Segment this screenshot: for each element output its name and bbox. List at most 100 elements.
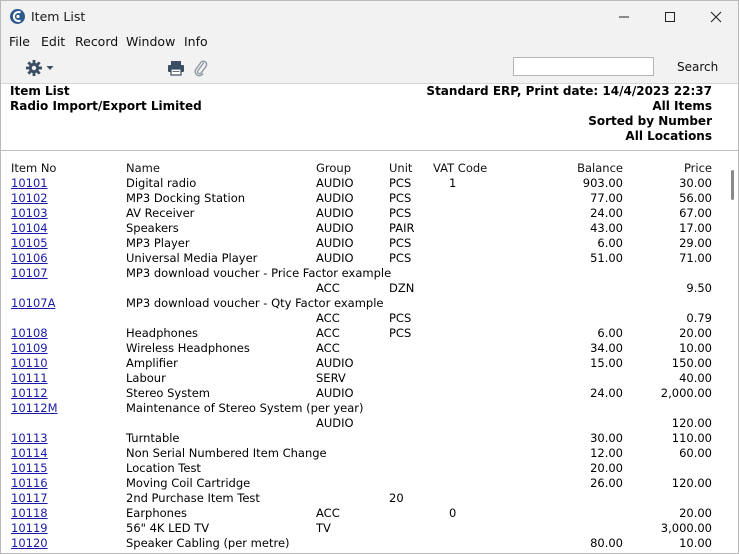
search-input[interactable]	[513, 57, 654, 76]
company-name: Radio Import/Export Limited	[10, 99, 202, 113]
table-row[interactable]: 10119 56" 4K LED TV TV 3,000.00	[1, 521, 728, 536]
close-button[interactable]	[693, 1, 739, 32]
item-name: Speaker Cabling (per metre)	[126, 536, 290, 550]
item-number-link[interactable]: 10112M	[11, 401, 58, 415]
menu-window[interactable]: Window	[126, 34, 175, 49]
title-bar[interactable]: Item List	[1, 1, 738, 32]
attachment-button[interactable]	[193, 59, 209, 80]
item-price: 40.00	[679, 371, 712, 385]
item-number-link[interactable]: 10112	[11, 386, 48, 400]
minimize-button[interactable]	[601, 1, 647, 32]
report-title: Item List	[10, 84, 70, 98]
maximize-button[interactable]	[647, 1, 693, 32]
item-number-link[interactable]: 10116	[11, 476, 48, 490]
item-name: MP3 Player	[126, 236, 190, 250]
maximize-icon	[665, 11, 675, 22]
table-row[interactable]: 10106 Universal Media Player AUDIO PCS 51.00…	[1, 251, 728, 266]
location-scope: All Locations	[625, 129, 712, 143]
item-price: 29.00	[679, 236, 712, 250]
table-row[interactable]: AUDIO 120.00	[1, 416, 728, 431]
table-row[interactable]: 10101 Digital radio AUDIO PCS 1 903.00 30.00	[1, 176, 728, 191]
table-row[interactable]: 10118 Earphones ACC 0 20.00	[1, 506, 728, 521]
table-row[interactable]: 10120 Speaker Cabling (per metre) 80.00 10.…	[1, 536, 728, 551]
column-header-name: Name	[126, 161, 160, 175]
item-balance: 34.00	[590, 341, 623, 355]
print-button[interactable]	[167, 60, 185, 79]
scrollbar-thumb[interactable]	[731, 170, 734, 200]
item-number-link[interactable]: 10111	[11, 371, 48, 385]
item-price: 30.00	[679, 176, 712, 190]
table-row[interactable]: 10108 Headphones ACC PCS 6.00 20.00	[1, 326, 728, 341]
item-scope: All Items	[652, 99, 712, 113]
item-group: AUDIO	[316, 176, 354, 190]
item-number-link[interactable]: 10114	[11, 446, 48, 460]
operations-menu-button[interactable]	[25, 58, 55, 78]
item-name: Digital radio	[126, 176, 197, 190]
item-group: ACC	[316, 506, 340, 520]
table-row[interactable]: 10104 Speakers AUDIO PAIR 43.00 17.00	[1, 221, 728, 236]
item-number-link[interactable]: 10113	[11, 431, 48, 445]
table-row[interactable]: 10102 MP3 Docking Station AUDIO PCS 77.00 56.…	[1, 191, 728, 206]
item-number-link[interactable]: 10102	[11, 191, 48, 205]
menu-file[interactable]: File	[9, 34, 30, 49]
item-list-window: Item List File Edit Record Window Info S…	[0, 0, 739, 554]
item-balance: 15.00	[590, 356, 623, 370]
table-row[interactable]: 10112M Maintenance of Stereo System (per …	[1, 401, 728, 416]
item-balance: 77.00	[590, 191, 623, 205]
item-balance: 6.00	[597, 326, 623, 340]
menu-record[interactable]: Record	[75, 34, 118, 49]
table-row[interactable]: ACC PCS 0.79	[1, 311, 728, 326]
search-button[interactable]: Search	[677, 60, 718, 74]
item-number-link[interactable]: 10105	[11, 236, 48, 250]
table-row[interactable]: 10105 MP3 Player AUDIO PCS 6.00 29.00	[1, 236, 728, 251]
column-header-unit: Unit	[389, 161, 413, 175]
item-number-link[interactable]: 10107	[11, 266, 48, 280]
item-price: 3,000.00	[660, 521, 712, 535]
menu-edit[interactable]: Edit	[41, 34, 65, 49]
item-price: 10.00	[679, 341, 712, 355]
item-price: 20.00	[679, 506, 712, 520]
item-number-link[interactable]: 10110	[11, 356, 48, 370]
table-row[interactable]: 10115 Location Test 20.00	[1, 461, 728, 476]
item-number-link[interactable]: 10107A	[11, 296, 55, 310]
table-row[interactable]: ACC DZN 9.50	[1, 281, 728, 296]
item-number-link[interactable]: 10103	[11, 206, 48, 220]
menu-info[interactable]: Info	[184, 34, 208, 49]
table-row[interactable]: 10107A MP3 download voucher - Qty Factor …	[1, 296, 728, 311]
table-row[interactable]: 10112 Stereo System AUDIO 24.00 2,000.00	[1, 386, 728, 401]
column-header-group: Group	[316, 161, 352, 175]
item-name: Turntable	[126, 431, 180, 445]
item-unit: PCS	[389, 176, 412, 190]
table-row[interactable]: 10114 Non Serial Numbered Item Change 12.0…	[1, 446, 728, 461]
table-row[interactable]: 10116 Moving Coil Cartridge 26.00 120.00	[1, 476, 728, 491]
item-name: Stereo System	[126, 386, 211, 400]
item-name: Amplifier	[126, 356, 178, 370]
table-row[interactable]: 10103 AV Receiver AUDIO PCS 24.00 67.00	[1, 206, 728, 221]
item-balance: 20.00	[590, 461, 623, 475]
item-number-link[interactable]: 10118	[11, 506, 48, 520]
item-price: 67.00	[679, 206, 712, 220]
table-row[interactable]: 10109 Wireless Headphones ACC 34.00 10.00	[1, 341, 728, 356]
item-number-link[interactable]: 10120	[11, 536, 48, 550]
item-number-link[interactable]: 10117	[11, 491, 48, 505]
item-number-link[interactable]: 10115	[11, 461, 48, 475]
item-unit: PAIR	[389, 221, 415, 235]
item-number-link[interactable]: 10108	[11, 326, 48, 340]
item-number-link[interactable]: 10104	[11, 221, 48, 235]
table-row[interactable]: 10107 MP3 download voucher - Price Factor…	[1, 266, 728, 281]
item-number-link[interactable]: 10101	[11, 176, 48, 190]
vertical-scrollbar[interactable]	[729, 152, 738, 553]
table-row[interactable]: 10113 Turntable 30.00 110.00	[1, 431, 728, 446]
item-group: AUDIO	[316, 221, 354, 235]
item-number-link[interactable]: 10119	[11, 521, 48, 535]
table-row[interactable]: 10110 Amplifier AUDIO 15.00 150.00	[1, 356, 728, 371]
item-unit: 20	[389, 491, 404, 505]
item-number-link[interactable]: 10106	[11, 251, 48, 265]
table-row[interactable]: 10117 2nd Purchase Item Test 20	[1, 491, 728, 506]
table-row[interactable]: 10111 Labour SERV 40.00	[1, 371, 728, 386]
column-header-item-no: Item No	[11, 161, 57, 175]
item-price: 0.79	[686, 311, 712, 325]
item-name: Headphones	[126, 326, 199, 340]
item-group: ACC	[316, 326, 340, 340]
item-number-link[interactable]: 10109	[11, 341, 48, 355]
